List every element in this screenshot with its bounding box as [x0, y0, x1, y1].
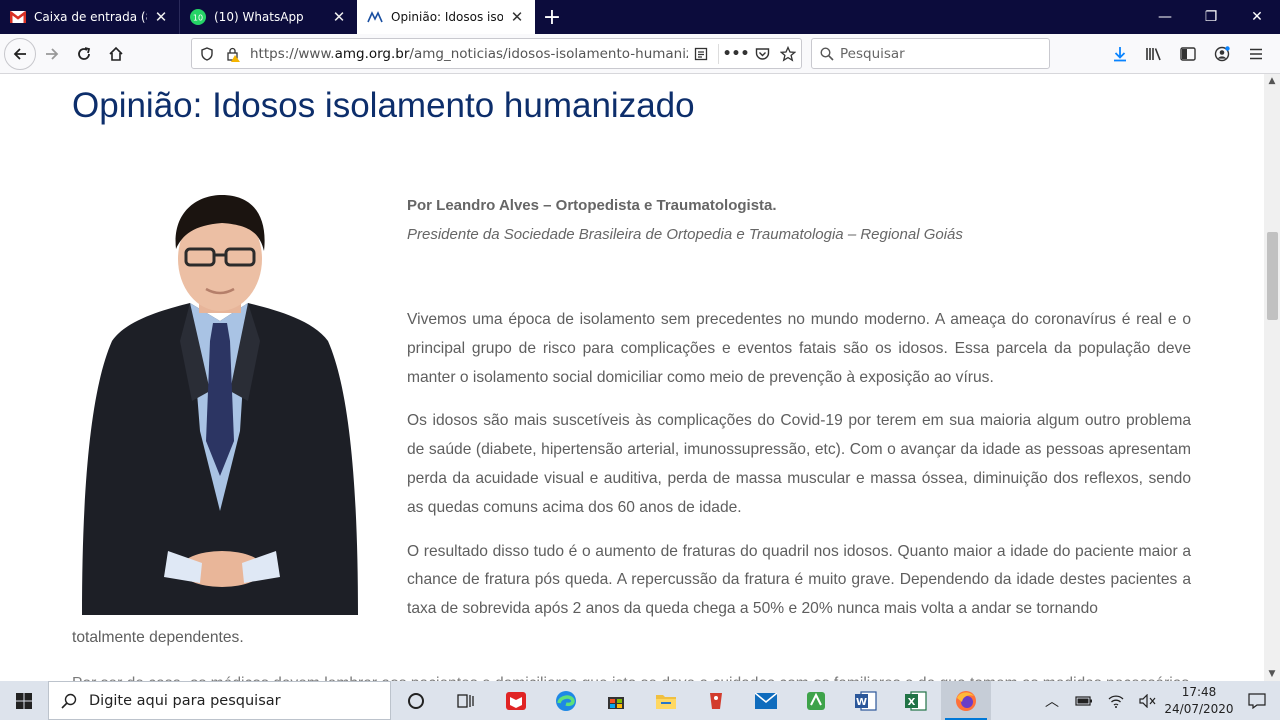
tab-title: Caixa de entrada (8) - [34, 10, 147, 24]
whatsapp-icon: 10 [190, 9, 206, 25]
url-prefix: https://www. [250, 45, 335, 62]
download-icon[interactable] [1104, 38, 1136, 70]
back-button[interactable] [4, 37, 36, 70]
article-paragraph: Vivemos uma época de isolamento sem prec… [407, 311, 1191, 386]
url-path: /amg_noticias/idosos-isolamento-humaniza… [409, 45, 688, 62]
notification-icon[interactable] [1234, 681, 1280, 720]
minimize-icon[interactable]: — [1142, 0, 1188, 34]
library-icon[interactable] [1138, 38, 1170, 70]
taskbar-search-placeholder: Digite aqui para pesquisar [89, 692, 281, 709]
chevron-up-icon[interactable]: ︿ [1036, 681, 1068, 720]
close-tab-icon[interactable]: ✕ [153, 8, 169, 26]
tab-bar: Caixa de entrada (8) - ✕ 10 (10) WhatsAp… [0, 0, 1280, 34]
scroll-up-icon[interactable]: ▲ [1264, 76, 1280, 86]
wifi-icon[interactable] [1100, 681, 1132, 720]
edge-browser-icon[interactable] [541, 681, 591, 720]
reload-button[interactable] [68, 38, 100, 70]
close-tab-icon[interactable]: ✕ [331, 8, 347, 26]
toolbar-right [1104, 38, 1272, 70]
word-icon[interactable]: W [841, 681, 891, 720]
article-paragraph: O resultado disso tudo é o aumento de fr… [407, 542, 1191, 618]
search-placeholder: Pesquisar [840, 45, 905, 62]
search-icon [49, 693, 89, 709]
navigation-toolbar: https://www.amg.org.br/amg_noticias/idos… [0, 34, 1280, 74]
clock-time: 17:48 [1181, 684, 1217, 699]
tab-whatsapp[interactable]: 10 (10) WhatsApp ✕ [179, 0, 357, 34]
search-input[interactable]: Pesquisar [811, 38, 1050, 69]
page-actions-icon[interactable]: ••• [723, 41, 750, 67]
tab-amg-article[interactable]: Opinião: Idosos isolam ✕ [357, 0, 535, 34]
shield-icon[interactable] [194, 41, 220, 67]
article-paragraph: Os idosos são mais suscetíveis às compli… [407, 412, 1191, 516]
search-icon [814, 41, 840, 67]
task-view-icon[interactable] [441, 681, 491, 720]
sidebar-icon[interactable] [1172, 38, 1204, 70]
svg-text:10: 10 [193, 14, 203, 23]
menu-icon[interactable] [1240, 38, 1272, 70]
clock-date: 24/07/2020 [1164, 701, 1234, 716]
web-page: Opinião: Idosos isolamento humanizado Po… [0, 74, 1264, 681]
system-tray: ︿ 17:48 24/07/2020 [1036, 681, 1280, 720]
amg-icon [367, 9, 383, 25]
back-arrow-icon [13, 47, 26, 60]
forward-arrow-icon [46, 47, 59, 60]
gmail-icon [10, 9, 26, 25]
article-paragraph-tail: totalmente dependentes. [72, 629, 244, 646]
firefox-icon[interactable] [941, 681, 991, 720]
mail-icon[interactable] [741, 681, 791, 720]
red-app-icon[interactable] [691, 681, 741, 720]
readers-app-icon[interactable] [491, 681, 541, 720]
url-divider [718, 43, 719, 64]
windows-taskbar: Digite aqui para pesquisar W X ︿ 17:48 2… [0, 681, 1280, 720]
article-title: Opinião: Idosos isolamento humanizado [72, 86, 695, 125]
file-explorer-icon[interactable] [641, 681, 691, 720]
author-name: Por Leandro Alves – Ortopedista e Trauma… [407, 197, 777, 214]
taskbar-search-input[interactable]: Digite aqui para pesquisar [48, 681, 391, 720]
new-tab-button[interactable]: + [535, 0, 569, 34]
battery-icon[interactable] [1068, 681, 1100, 720]
cortana-icon[interactable] [391, 681, 441, 720]
url-domain: amg.org.br [334, 45, 410, 62]
volume-muted-icon[interactable] [1132, 681, 1164, 720]
forward-button[interactable] [36, 38, 68, 70]
window-controls: — ❐ ✕ [1142, 0, 1280, 34]
reader-view-icon[interactable] [688, 41, 714, 67]
svg-text:W: W [856, 697, 867, 708]
insecure-lock-icon[interactable] [220, 41, 246, 67]
bookmark-star-icon[interactable] [775, 41, 801, 67]
address-bar[interactable]: https://www.amg.org.br/amg_noticias/idos… [191, 38, 802, 69]
tab-title: (10) WhatsApp [214, 10, 304, 24]
excel-icon[interactable]: X [891, 681, 941, 720]
author-role: Presidente da Sociedade Brasileira de Or… [407, 226, 963, 243]
pocket-icon[interactable] [749, 41, 775, 67]
windows-logo-icon [16, 692, 32, 709]
tab-gmail[interactable]: Caixa de entrada (8) - ✕ [0, 0, 179, 34]
author-info: Por Leandro Alves – Ortopedista e Trauma… [407, 191, 963, 249]
scroll-down-icon[interactable]: ▼ [1264, 669, 1280, 679]
restore-icon[interactable]: ❐ [1188, 0, 1234, 34]
author-photo [72, 191, 368, 615]
start-button[interactable] [0, 681, 48, 720]
article-paragraph-cutoff: Por ser de casa, os médicos devem lembra… [72, 670, 1192, 681]
home-icon [109, 46, 123, 61]
home-button[interactable] [100, 38, 132, 70]
svg-text:X: X [908, 697, 916, 708]
green-app-icon[interactable] [791, 681, 841, 720]
scrollbar-thumb[interactable] [1267, 232, 1278, 320]
close-tab-icon[interactable]: ✕ [509, 8, 525, 26]
store-icon[interactable] [591, 681, 641, 720]
article-body: Vivemos uma época de isolamento sem prec… [407, 306, 1191, 639]
clock[interactable]: 17:48 24/07/2020 [1164, 684, 1234, 718]
reload-icon [78, 46, 91, 60]
url-text: https://www.amg.org.br/amg_noticias/idos… [250, 46, 688, 62]
page-scrollbar[interactable]: ▲ ▼ [1264, 74, 1280, 681]
tab-title: Opinião: Idosos isolam [391, 10, 503, 24]
account-icon[interactable] [1206, 38, 1238, 70]
close-window-icon[interactable]: ✕ [1234, 0, 1280, 34]
